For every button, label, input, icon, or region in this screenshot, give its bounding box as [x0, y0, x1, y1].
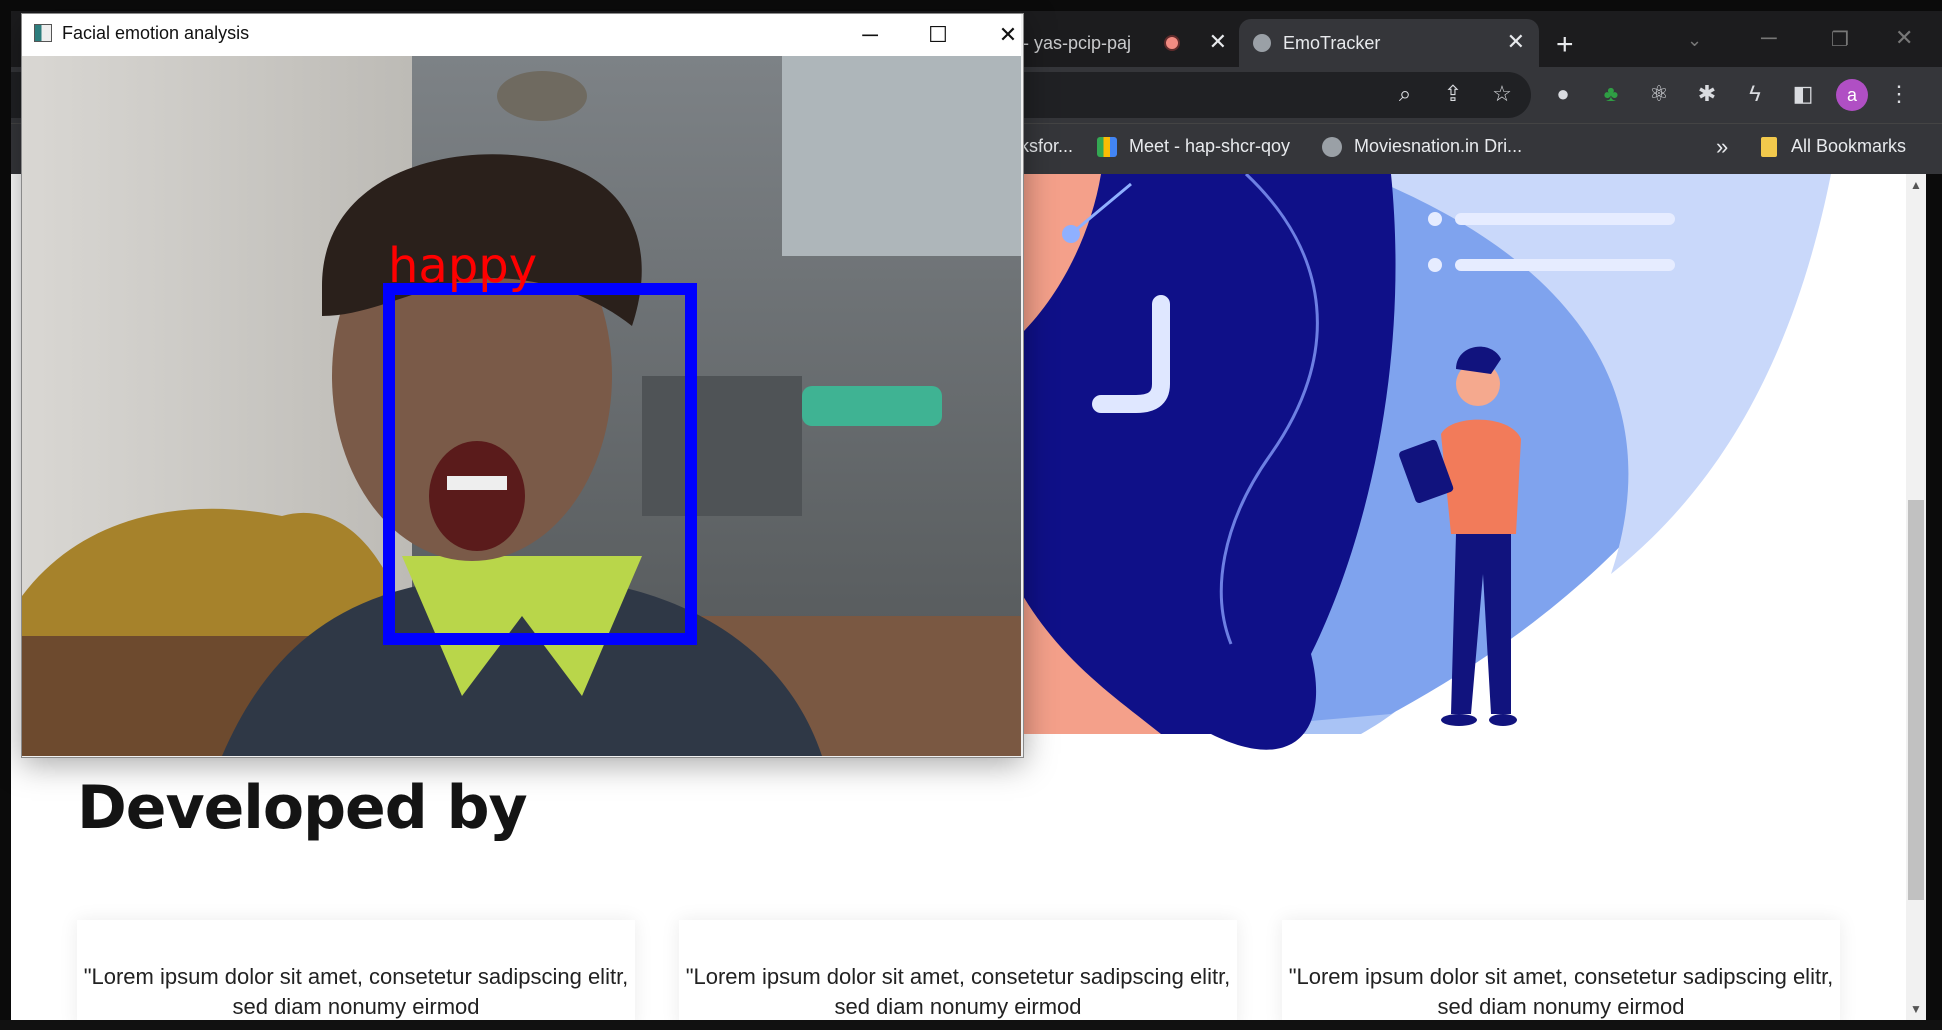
performance-icon[interactable]: ϟ — [1740, 79, 1770, 109]
card-quote: "Lorem ipsum dolor sit amet, consetetur … — [685, 964, 1231, 1019]
extensions-puzzle-icon[interactable]: ✱ — [1692, 79, 1722, 109]
profile-avatar[interactable]: a — [1836, 79, 1868, 111]
recording-icon — [1164, 35, 1180, 51]
developer-card: "Lorem ipsum dolor sit amet, consetetur … — [1282, 920, 1840, 1020]
card-quote: "Lorem ipsum dolor sit amet, consetetur … — [83, 964, 629, 1019]
side-panel-icon[interactable]: ◧ — [1788, 79, 1818, 109]
chevron-down-icon[interactable]: ⌄ — [1687, 30, 1702, 51]
minimize-icon[interactable]: ─ — [840, 17, 900, 53]
close-icon[interactable]: ✕ — [978, 17, 1038, 53]
emotion-label: happy — [388, 238, 538, 294]
scrollbar-thumb[interactable] — [1908, 500, 1924, 900]
scroll-up-arrow-icon[interactable]: ▲ — [1910, 178, 1922, 192]
close-window-icon[interactable]: ✕ — [1895, 25, 1913, 51]
tab-label: - yas-pcip-paj — [1023, 32, 1132, 53]
tab-meet[interactable]: - yas-pcip-paj ✕ — [1011, 19, 1241, 67]
zoom-icon[interactable]: ⌕ — [1390, 79, 1420, 109]
globe-icon — [1322, 136, 1342, 157]
developer-card: "Lorem ipsum dolor sit amet, consetetur … — [77, 920, 635, 1020]
bookmark-label: Meet - hap-shcr-qoy — [1129, 136, 1291, 156]
tab-emotracker[interactable]: EmoTracker ✕ — [1239, 19, 1539, 67]
bookmarks-overflow-button[interactable]: » — [1716, 134, 1728, 160]
developer-card: "Lorem ipsum dolor sit amet, consetetur … — [679, 920, 1237, 1020]
share-icon[interactable]: ⇪ — [1438, 79, 1468, 109]
globe-icon — [1253, 34, 1271, 52]
close-icon[interactable]: ✕ — [1507, 31, 1525, 53]
close-icon[interactable]: ✕ — [1209, 31, 1227, 53]
folder-icon — [1761, 136, 1777, 157]
all-bookmarks-button[interactable]: All Bookmarks — [1761, 136, 1906, 157]
tab-label: EmoTracker — [1283, 32, 1381, 53]
webcam-feed — [22, 56, 1021, 756]
bookmark-label: Moviesnation.in Dri... — [1354, 136, 1523, 156]
window-app-icon — [34, 24, 52, 42]
minimize-icon[interactable]: ─ — [1761, 25, 1777, 51]
menu-icon[interactable]: ⋮ — [1884, 79, 1914, 109]
bookmark-label: ksfor... — [1020, 136, 1074, 156]
react-devtools-icon[interactable]: ⚛ — [1644, 79, 1674, 109]
bookmark-item[interactable]: ksfor... — [1020, 136, 1073, 157]
new-tab-button[interactable]: + — [1556, 30, 1574, 60]
maximize-icon[interactable]: ☐ — [908, 17, 968, 53]
taskbar-edge — [0, 1020, 1942, 1030]
meet-icon — [1097, 136, 1117, 157]
window-title: Facial emotion analysis — [62, 23, 250, 43]
scroll-down-arrow-icon[interactable]: ▼ — [1910, 1002, 1922, 1016]
tree-extension-icon[interactable]: ♣ — [1596, 79, 1626, 109]
all-bookmarks-label: All Bookmarks — [1791, 136, 1907, 156]
restore-icon[interactable]: ❐ — [1831, 27, 1849, 52]
section-heading: Developed by — [77, 773, 528, 843]
screen-edge — [1926, 174, 1942, 1020]
bookmark-item-moviesnation[interactable]: Moviesnation.in Dri... — [1322, 136, 1522, 157]
extension-mic-icon[interactable]: ● — [1548, 79, 1578, 109]
bookmark-item-meet[interactable]: Meet - hap-shcr-qoy — [1097, 136, 1290, 157]
star-icon[interactable]: ☆ — [1487, 79, 1517, 109]
card-quote: "Lorem ipsum dolor sit amet, consetetur … — [1288, 964, 1834, 1019]
